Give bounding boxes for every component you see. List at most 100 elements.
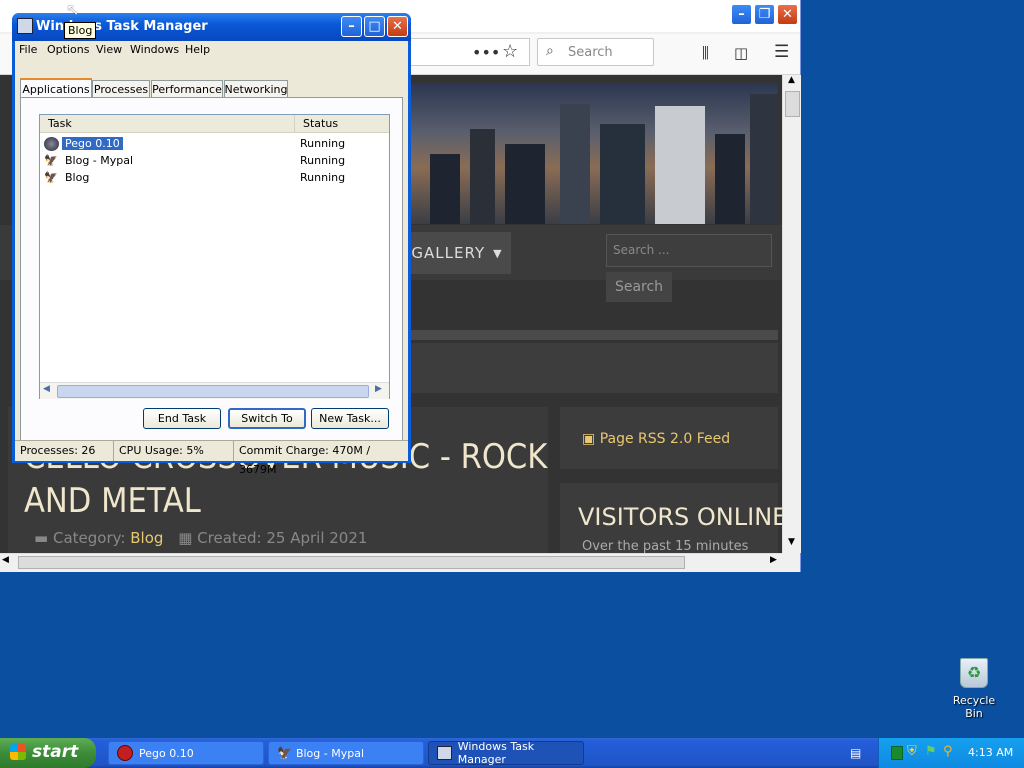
recycle-bin-label: Recycle Bin [952, 694, 996, 720]
switch-to-button[interactable]: Switch To [228, 408, 306, 429]
menu-file[interactable]: File [19, 43, 37, 56]
restore-button[interactable]: ❐ [754, 4, 775, 25]
maximize-icon: □ [368, 19, 381, 34]
new-task-button[interactable]: New Task... [311, 408, 389, 429]
scroll-left-icon[interactable]: ◀ [2, 555, 9, 565]
tooltip: Blog [64, 22, 97, 39]
site-search-button[interactable]: Search [606, 272, 672, 302]
column-header-status[interactable]: Status [294, 115, 389, 133]
nav-gallery[interactable]: GALLERY ▼ [403, 232, 511, 274]
pego-icon [117, 745, 133, 761]
task-row[interactable]: 🦅 Blog - Mypal Running [40, 153, 389, 170]
tray-green-icon[interactable] [891, 746, 903, 760]
tab-applications[interactable]: Applications [20, 78, 92, 98]
taskmanager-icon [17, 18, 33, 34]
site-search-input[interactable]: Search ... [606, 234, 772, 267]
minimize-icon: – [738, 7, 745, 22]
minimize-button[interactable]: – [731, 4, 752, 25]
page-actions-icon[interactable]: ••• [472, 43, 500, 62]
scroll-left-icon[interactable]: ◀ [43, 384, 50, 394]
status-commit: Commit Charge: 470M / 3679M [233, 441, 404, 476]
rss-link[interactable]: ▣ Page RSS 2.0 Feed [582, 431, 730, 447]
library-icon[interactable]: ⫼ [702, 44, 709, 62]
menu-icon[interactable]: ☰ [774, 42, 789, 62]
mypal-icon: 🦅 [44, 154, 58, 167]
tab-processes[interactable]: Processes [92, 80, 150, 98]
taskbar-item-label: Windows Task Manager [457, 740, 535, 766]
task-manager-title: Windows Task Manager [36, 19, 208, 34]
vertical-scrollbar[interactable]: ▲ ▼ [782, 75, 801, 553]
status-processes: Processes: 26 [20, 444, 96, 457]
windows-logo-icon [10, 744, 26, 760]
calendar-icon: ▦ [178, 529, 193, 547]
app-icon [44, 137, 59, 151]
visitors-subtitle: Over the past 15 minutes [582, 539, 749, 553]
taskbar-item-task-manager[interactable]: Windows Task Manager [428, 740, 584, 766]
mouse-cursor-icon: ↖ [66, 0, 80, 19]
scroll-right-icon[interactable]: ▶ [375, 384, 382, 394]
nav-gallery-label: GALLERY [411, 244, 486, 262]
start-button[interactable]: start [0, 738, 96, 768]
visitors-title: VISITORS ONLINE [578, 503, 782, 531]
security-shield-icon[interactable]: ⛨ [907, 744, 917, 759]
hero-image [410, 83, 778, 224]
menu-options[interactable]: Options [47, 43, 89, 56]
keyboard-icon[interactable]: ▤ [850, 746, 861, 760]
applications-panel: Task Status Pego 0.10 Running 🦅 Blog - M… [20, 97, 403, 441]
category-link[interactable]: Blog [130, 529, 163, 547]
horizontal-scrollbar[interactable]: ◀ ▶ [0, 553, 782, 571]
restore-icon: ❐ [758, 7, 771, 22]
column-header-task[interactable]: Task [40, 115, 294, 133]
list-hscrollbar[interactable]: ◀ ▶ [40, 382, 389, 399]
recycle-bin-icon: ♻ [960, 658, 988, 688]
tab-performance[interactable]: Performance [151, 80, 223, 98]
list-scroll-thumb[interactable] [57, 385, 369, 398]
browser-search-box[interactable]: ⌕ Search [537, 38, 654, 66]
scroll-up-icon[interactable]: ▲ [784, 75, 799, 90]
menu-windows[interactable]: Windows [130, 43, 179, 56]
task-name: Blog - Mypal [65, 154, 134, 167]
task-row[interactable]: Pego 0.10 Running [40, 136, 389, 153]
hscroll-thumb[interactable] [18, 556, 685, 569]
end-task-button[interactable]: End Task [143, 408, 221, 429]
network-icon[interactable]: ⚑ [925, 744, 937, 759]
tab-networking[interactable]: Networking [224, 80, 288, 98]
tm-maximize-button[interactable]: □ [364, 16, 385, 37]
mypal-icon: 🦅 [44, 171, 58, 184]
task-name: Blog [65, 171, 90, 184]
close-button[interactable]: ✕ [777, 4, 798, 25]
bookmark-star-icon[interactable]: ☆ [502, 41, 518, 62]
sidebar-icon[interactable]: ◫ [734, 44, 748, 62]
task-status: Running [300, 171, 346, 184]
task-manager-statusbar: Processes: 26 CPU Usage: 5% Commit Charg… [15, 440, 408, 476]
task-status: Running [300, 137, 346, 150]
task-manager-body: File Options View Windows Help Applicati… [15, 41, 408, 460]
task-list[interactable]: Task Status Pego 0.10 Running 🦅 Blog - M… [39, 114, 390, 399]
status-cpu: CPU Usage: 5% [113, 441, 234, 461]
tm-close-button[interactable]: ✕ [387, 16, 408, 37]
mypal-icon: 🦅 [277, 746, 292, 760]
rss-block: ▣ Page RSS 2.0 Feed [560, 407, 778, 469]
clock[interactable]: 4:13 AM [968, 746, 1013, 759]
taskbar: start Pego 0.10 🦅 Blog - Mypal Windows T… [0, 738, 1024, 768]
taskbar-item-mypal[interactable]: 🦅 Blog - Mypal [268, 741, 424, 765]
created-date: Created: 25 April 2021 [197, 529, 368, 547]
recycle-bin[interactable]: ♻ Recycle Bin [944, 654, 1004, 720]
url-bar[interactable]: ••• ☆ [408, 38, 530, 66]
scroll-right-icon[interactable]: ▶ [770, 555, 777, 565]
task-row[interactable]: 🦅 Blog Running [40, 170, 389, 187]
taskbar-item-label: Pego 0.10 [139, 746, 194, 760]
taskbar-item-pego[interactable]: Pego 0.10 [108, 741, 264, 765]
chevron-down-icon: ▼ [493, 246, 503, 260]
task-name: Pego 0.10 [62, 137, 123, 150]
start-label: start [32, 742, 79, 762]
search-tray-icon[interactable]: ⚲ [943, 744, 953, 759]
content-band [410, 343, 778, 393]
search-placeholder: Search [568, 45, 613, 60]
tm-minimize-button[interactable]: – [341, 16, 362, 37]
menu-view[interactable]: View [96, 43, 122, 56]
scroll-thumb[interactable] [785, 91, 800, 117]
visitors-block: VISITORS ONLINE Over the past 15 minutes [560, 483, 782, 553]
menu-help[interactable]: Help [185, 43, 210, 56]
scroll-down-icon[interactable]: ▼ [784, 537, 799, 552]
